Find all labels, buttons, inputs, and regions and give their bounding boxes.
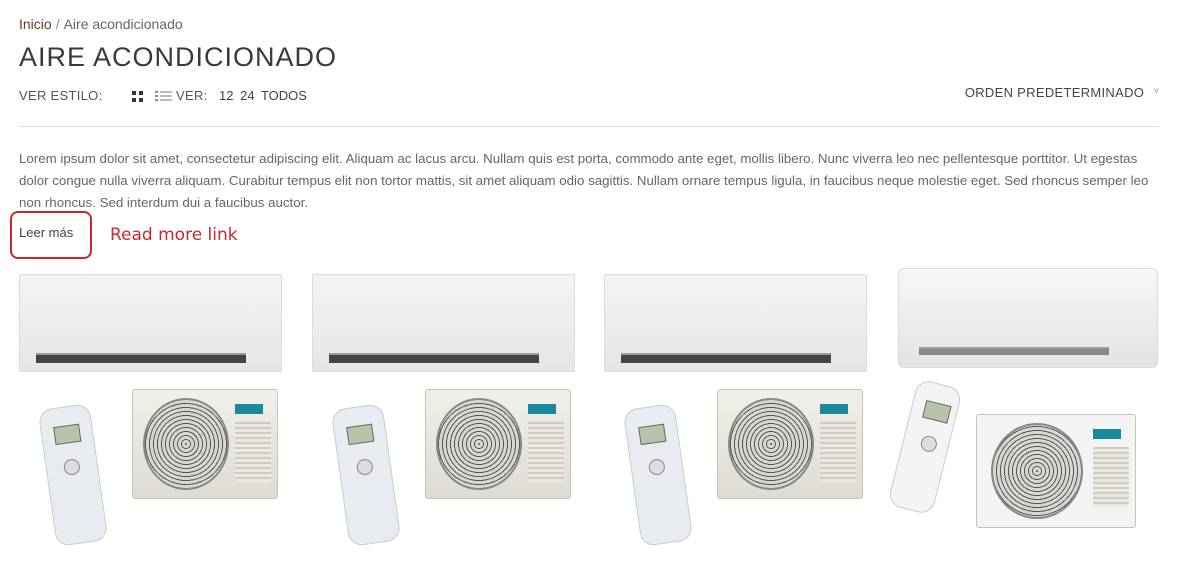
product-card[interactable] (886, 266, 1163, 556)
per-page-options: 12 24 TODOS (219, 88, 310, 103)
grid-view-icon[interactable] (132, 91, 143, 102)
read-more-highlight: Leer más (10, 211, 92, 259)
remote-control-image (886, 378, 964, 516)
per-page-12[interactable]: 12 (219, 88, 233, 103)
breadcrumb-current: Aire acondicionado (63, 16, 183, 32)
breadcrumb-home-link[interactable]: Inicio (19, 16, 52, 32)
chevron-down-icon: v (1154, 85, 1159, 95)
catalog-toolbar: VER ESTILO: VER: 12 24 TODOS ORDEN PREDE… (19, 85, 1159, 108)
indoor-unit-image (898, 268, 1158, 368)
remote-control-image (622, 403, 694, 547)
outdoor-unit-image (425, 389, 571, 499)
breadcrumb-separator: / (55, 16, 60, 32)
outdoor-unit-image (976, 414, 1136, 528)
divider (19, 126, 1159, 127)
indoor-unit-image (312, 274, 575, 372)
category-description: Lorem ipsum dolor sit amet, consectetur … (19, 151, 1149, 210)
indoor-unit-image (604, 274, 867, 372)
read-more-link[interactable]: Leer más (19, 225, 73, 240)
breadcrumb: Inicio / Aire acondicionado (19, 16, 183, 32)
product-card[interactable] (312, 266, 577, 556)
per-page-all[interactable]: TODOS (261, 88, 307, 103)
view-label: VER: (176, 88, 208, 103)
remote-control-image (37, 403, 109, 547)
sort-dropdown[interactable]: ORDEN PREDETERMINADO v (965, 85, 1159, 100)
product-grid (0, 266, 1182, 582)
outdoor-unit-image (717, 389, 863, 499)
per-page-24[interactable]: 24 (240, 88, 254, 103)
outdoor-unit-image (132, 389, 278, 499)
indoor-unit-image (19, 274, 282, 372)
product-card[interactable] (19, 266, 284, 556)
list-view-icon[interactable] (155, 91, 172, 102)
annotation-label: Read more link (110, 225, 238, 245)
view-style-label: VER ESTILO: (19, 88, 103, 103)
product-card[interactable] (604, 266, 869, 556)
sort-label: ORDEN PREDETERMINADO (964, 85, 1145, 100)
page-title: AIRE ACONDICIONADO (19, 42, 338, 72)
remote-control-image (330, 403, 402, 547)
